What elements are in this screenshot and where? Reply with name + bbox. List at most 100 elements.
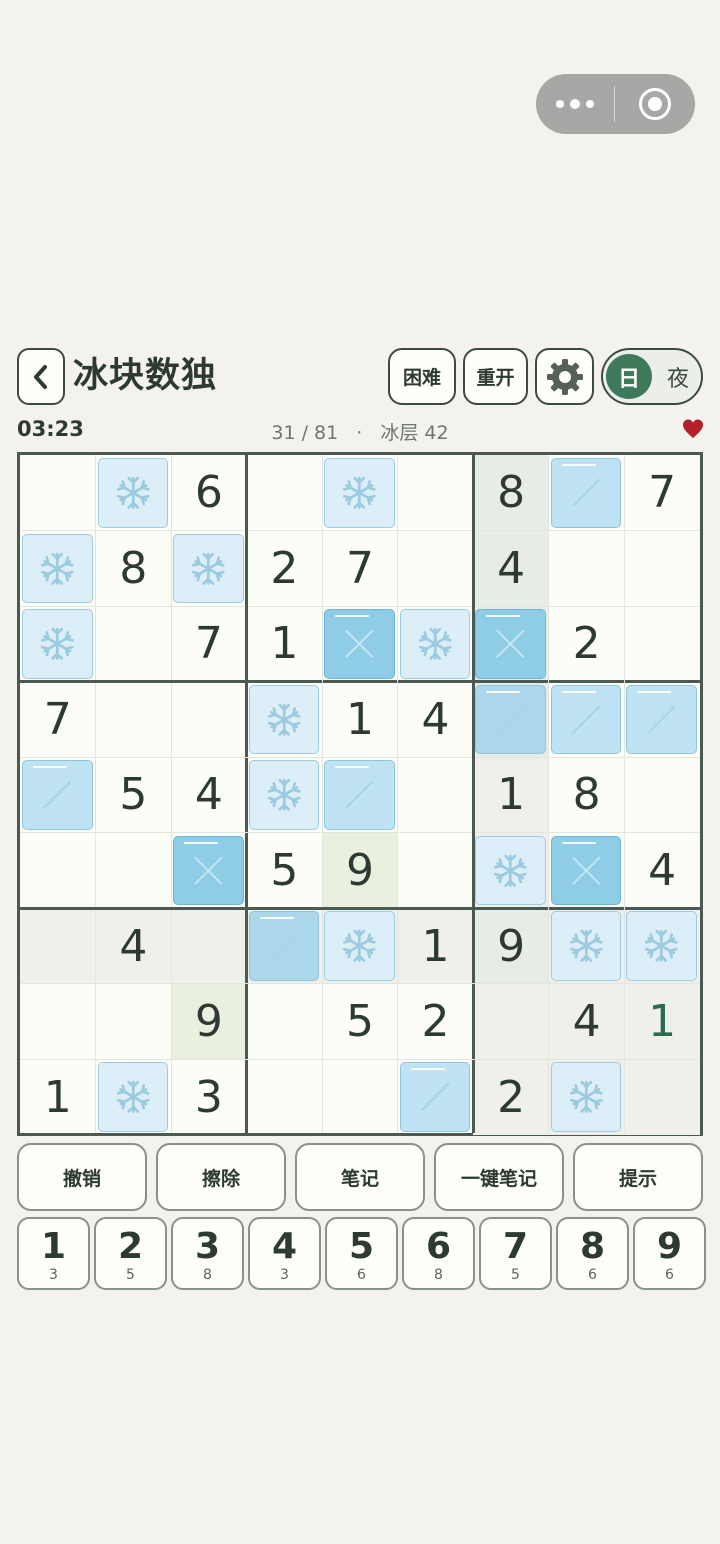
cell-r4c1[interactable]: 7 [20, 682, 96, 758]
numpad-5[interactable]: 56 [325, 1217, 398, 1290]
cell-r8c5[interactable]: 5 [322, 984, 398, 1060]
cell-r5c5[interactable] [322, 757, 398, 833]
cell-r8c4[interactable] [247, 984, 323, 1060]
cell-r6c8[interactable] [549, 833, 625, 909]
cell-r9c8[interactable] [548, 1059, 625, 1135]
cell-r2c6[interactable] [398, 531, 474, 607]
cell-r5c2[interactable]: 5 [96, 757, 172, 833]
cell-r1c7[interactable]: 8 [473, 455, 549, 531]
cell-r8c7[interactable] [473, 983, 549, 1060]
cell-r2c7[interactable]: 4 [473, 530, 549, 607]
cell-r2c5[interactable]: 7 [322, 531, 398, 607]
cell-r4c9[interactable] [624, 682, 700, 758]
cell-r8c1[interactable] [20, 984, 96, 1060]
cell-r2c1[interactable] [20, 531, 96, 607]
cell-r1c2[interactable] [96, 455, 172, 531]
numpad-1[interactable]: 13 [17, 1217, 90, 1290]
cell-r6c1[interactable] [20, 833, 96, 909]
cell-r1c9[interactable]: 7 [624, 455, 700, 531]
restart-button[interactable]: 重开 [463, 348, 528, 405]
cell-r8c8[interactable]: 4 [548, 983, 625, 1060]
cell-r9c2[interactable] [96, 1059, 172, 1135]
cell-r3c6[interactable] [398, 606, 474, 682]
cell-r5c8[interactable]: 8 [549, 757, 625, 833]
cell-r5c4[interactable] [247, 757, 323, 833]
cell-r7c5[interactable] [322, 908, 398, 984]
cell-r1c1[interactable] [20, 455, 96, 531]
more-dots-icon[interactable] [536, 74, 614, 134]
difficulty-button[interactable]: 困难 [388, 348, 456, 405]
cell-r9c1[interactable]: 1 [20, 1059, 96, 1135]
settings-button[interactable] [535, 348, 594, 405]
night-option[interactable]: 夜 [663, 354, 693, 399]
cell-r9c4[interactable] [247, 1059, 323, 1135]
cell-r5c6[interactable] [398, 757, 474, 833]
cell-r7c6[interactable]: 1 [397, 908, 474, 984]
auto-notes-button[interactable]: 一键笔记 [434, 1143, 564, 1211]
numpad-2[interactable]: 25 [94, 1217, 167, 1290]
cell-r4c2[interactable] [96, 682, 172, 758]
cell-r3c8[interactable]: 2 [549, 606, 625, 682]
day-night-toggle[interactable]: 日 夜 [601, 348, 703, 405]
cell-r7c9[interactable] [624, 908, 700, 984]
cell-r2c4[interactable]: 2 [247, 531, 323, 607]
cell-r4c3[interactable] [171, 682, 247, 758]
cell-r7c7[interactable]: 9 [473, 908, 549, 984]
cell-r8c2[interactable] [96, 984, 172, 1060]
day-option[interactable]: 日 [606, 354, 652, 399]
cell-r6c2[interactable] [96, 833, 172, 909]
cell-r2c2[interactable]: 8 [96, 531, 172, 607]
cell-r9c9[interactable] [624, 1059, 700, 1135]
close-target-button[interactable] [615, 74, 695, 134]
cell-r3c4[interactable]: 1 [247, 606, 323, 682]
cell-r2c9[interactable] [624, 531, 700, 607]
cell-r1c3[interactable]: 6 [171, 455, 247, 531]
numpad-7[interactable]: 75 [479, 1217, 552, 1290]
cell-r4c5[interactable]: 1 [322, 682, 398, 758]
cell-r2c3[interactable] [171, 531, 247, 607]
numpad-9[interactable]: 96 [633, 1217, 706, 1290]
cell-r3c5[interactable] [322, 606, 398, 682]
cell-r7c2[interactable]: 4 [95, 908, 172, 984]
cell-r4c7[interactable] [473, 681, 549, 758]
cell-r8c6[interactable]: 2 [398, 984, 474, 1060]
cell-r6c6[interactable] [398, 833, 474, 909]
cell-r4c8[interactable] [549, 682, 625, 758]
cell-r5c1[interactable] [20, 757, 96, 833]
cell-r5c7[interactable]: 1 [473, 757, 549, 833]
back-button[interactable] [17, 348, 65, 405]
cell-r1c6[interactable] [398, 455, 474, 531]
cell-r9c7[interactable]: 2 [473, 1059, 549, 1135]
numpad-4[interactable]: 43 [248, 1217, 321, 1290]
cell-r1c4[interactable] [247, 455, 323, 531]
cell-r6c5[interactable]: 9 [322, 832, 398, 909]
cell-r7c1[interactable] [20, 908, 96, 984]
cell-r3c9[interactable] [624, 606, 700, 682]
cell-r3c3[interactable]: 7 [171, 606, 247, 682]
cell-r9c5[interactable] [322, 1059, 398, 1135]
erase-button[interactable]: 擦除 [156, 1143, 286, 1211]
cell-r3c1[interactable] [20, 606, 96, 682]
cell-r8c3[interactable]: 9 [171, 983, 247, 1060]
cell-r3c2[interactable] [96, 606, 172, 682]
cell-r5c3[interactable]: 4 [171, 757, 247, 833]
cell-r9c3[interactable]: 3 [171, 1059, 247, 1135]
cell-r4c4[interactable] [247, 682, 323, 758]
cell-r2c8[interactable] [549, 531, 625, 607]
cell-r6c3[interactable] [171, 833, 247, 909]
hint-button[interactable]: 提示 [573, 1143, 703, 1211]
numpad-8[interactable]: 86 [556, 1217, 629, 1290]
cell-r1c8[interactable] [549, 455, 625, 531]
cell-r6c4[interactable]: 5 [247, 833, 323, 909]
cell-r7c4[interactable] [246, 908, 323, 984]
numpad-6[interactable]: 68 [402, 1217, 475, 1290]
numpad-3[interactable]: 38 [171, 1217, 244, 1290]
cell-r4c6[interactable]: 4 [398, 682, 474, 758]
notes-button[interactable]: 笔记 [295, 1143, 425, 1211]
cell-r7c3[interactable] [171, 908, 247, 984]
cell-r9c6[interactable] [398, 1059, 474, 1135]
cell-r3c7[interactable] [473, 606, 549, 682]
cell-r1c5[interactable] [322, 455, 398, 531]
cell-r5c9[interactable] [624, 757, 700, 833]
cell-r7c8[interactable] [548, 908, 625, 984]
